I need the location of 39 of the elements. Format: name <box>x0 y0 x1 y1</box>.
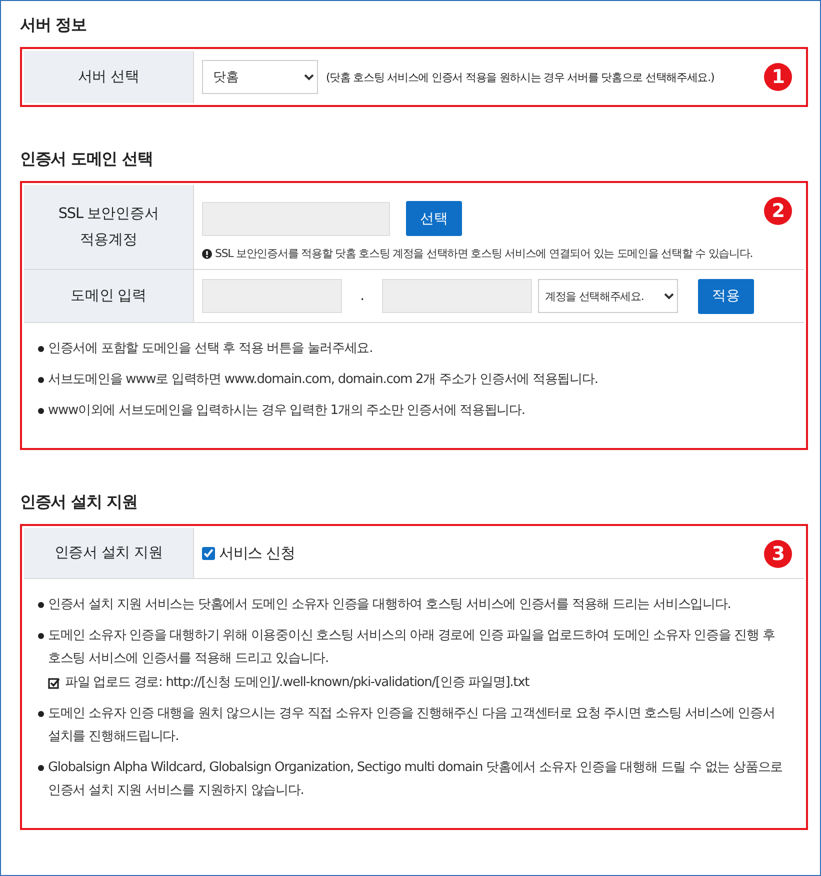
note-text: 인증서 설치 지원 서비스는 닷홈에서 도메인 소유자 인증을 대행하여 호스팅 서비스에 인증서를 적용해 드리는 서비스입니다. <box>48 596 731 614</box>
field-label: SSL 보안인증서 적용계정 <box>24 185 194 269</box>
bullet-icon <box>38 408 44 414</box>
note-text: 서브도메인을 www로 입력하면 www.domain.com, domain.com 2개 주소가 인증서에 적용됩니다. <box>48 371 598 389</box>
field-label: 서버 선택 <box>24 51 194 103</box>
subdomain-field[interactable] <box>202 279 342 313</box>
step-marker: 1 <box>764 63 792 91</box>
bullet-icon <box>38 633 44 639</box>
checkbox-label: 서비스 신청 <box>219 544 295 562</box>
domain-field[interactable] <box>382 279 532 313</box>
apply-button[interactable]: 적용 <box>698 278 754 314</box>
bullet-icon <box>38 602 44 608</box>
select-button[interactable]: 선택 <box>406 201 462 236</box>
separator-text: . <box>359 288 365 304</box>
service-checkbox[interactable] <box>202 546 215 560</box>
info-text: SSL 보안인증서를 적용할 닷홈 호스팅 계정을 선택하면 호스팅 서비스에 연결되어 있는 도메인을 선택할 수 있습니다. <box>215 246 753 261</box>
bullet-icon <box>38 765 44 771</box>
note-text: Globalsign Alpha Wildcard, Globalsign Organization, Sectigo multi domain 닷홈에서 소유자 인증을 대행해 드릴 수 없는 상품으로 인증서 설치 지원 서비스를 지원하지 않습니다. <box>48 759 784 800</box>
section-heading: 서버 정보 <box>20 14 88 36</box>
step-marker: 2 <box>764 197 792 225</box>
checked-box-icon <box>48 676 60 688</box>
note-text: 인증서에 포함할 도메인을 선택 후 적용 버튼을 눌러주세요. <box>48 340 373 358</box>
field-label: 도메인 입력 <box>24 270 194 322</box>
step-marker: 3 <box>764 540 792 568</box>
note-text: 도메인 소유자 인증을 대행하기 위해 이용중이신 호스팅 서비스의 아래 경로에 인증 파일을 업로드하여 도메인 소유자 인증을 진행 후 호스팅 서비스에 인증서를 적용해 드리고 있습니다. <box>48 627 776 668</box>
account-select[interactable]: 계정을 선택해주세요. <box>538 279 678 313</box>
hint-text: (닷홈 호스팅 서비스에 인증서 적용을 원하시는 경우 서버를 닷홈으로 선택해주세요.) <box>326 70 714 84</box>
field-label: 인증서 설치 지원 <box>24 528 194 578</box>
account-field[interactable] <box>202 202 390 236</box>
upload-path-text: 파일 업로드 경로: http://[신청 도메인]/.well-known/pki-validation/[인증 파일명].txt <box>65 674 530 692</box>
bullet-icon <box>38 711 44 717</box>
info-icon <box>202 248 212 258</box>
bullet-icon <box>38 346 44 352</box>
bullet-icon <box>38 377 44 383</box>
server-select[interactable]: 닷홈 <box>202 60 318 94</box>
section-heading: 인증서 도메인 선택 <box>20 148 154 170</box>
section-heading: 인증서 설치 지원 <box>20 491 138 513</box>
note-text: www이외에 서브도메인을 입력하시는 경우 입력한 1개의 주소만 인증서에 적용됩니다. <box>48 402 525 420</box>
note-text: 도메인 소유자 인증 대행을 원치 않으시는 경우 직접 소유자 인증을 진행해주신 다음 고객센터로 요청 주시면 호스팅 서비스에 인증서 설치를 진행해드립니다. <box>48 705 776 746</box>
